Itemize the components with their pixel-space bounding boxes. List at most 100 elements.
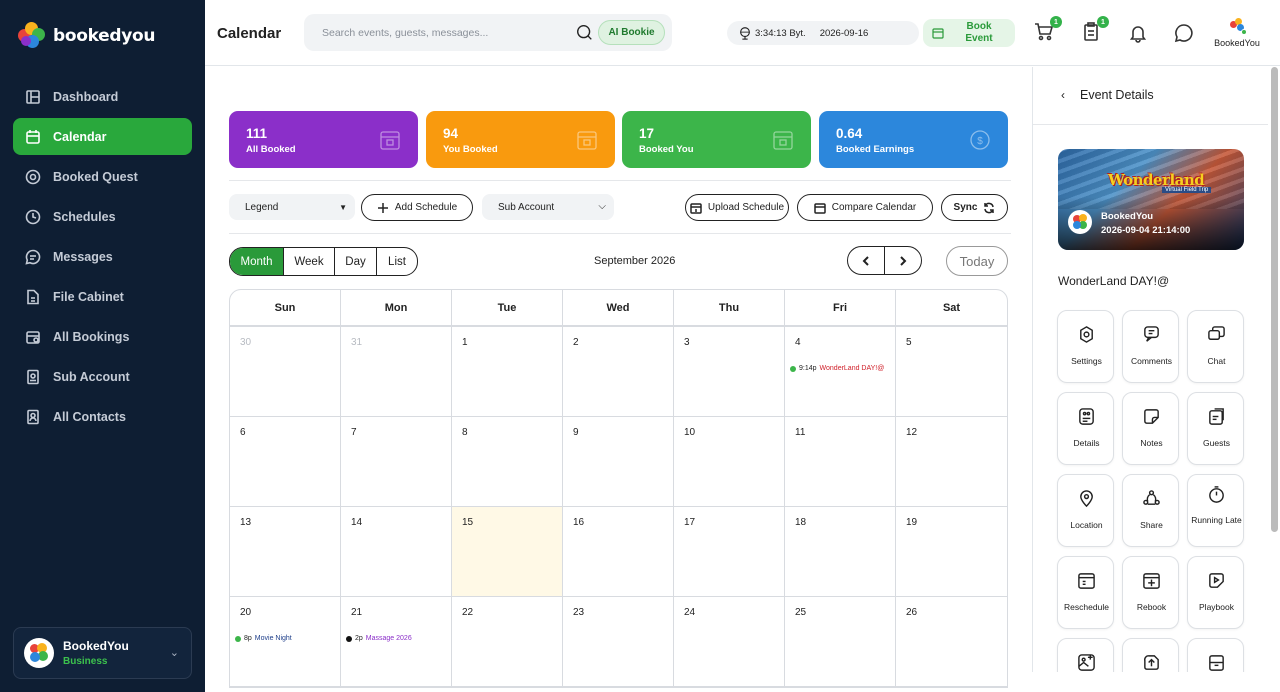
search-input[interactable]: Search events, guests, messages... xyxy=(322,27,488,39)
day-cell[interactable]: 16 xyxy=(563,507,674,596)
notifications-button[interactable] xyxy=(1128,23,1150,45)
refresh-icon xyxy=(984,202,995,213)
sidebar-item-schedules[interactable]: Schedules xyxy=(13,198,192,235)
panel-scrollbar[interactable] xyxy=(1271,67,1278,532)
sidebar-item-messages[interactable]: Messages xyxy=(13,238,192,275)
action-photo-button[interactable] xyxy=(1057,638,1114,672)
tab-list[interactable]: List xyxy=(377,248,417,275)
account-switcher[interactable]: BookedYou Business ⌄ xyxy=(13,627,192,679)
action-details-button[interactable]: Details xyxy=(1057,392,1114,465)
day-cell[interactable]: 22 xyxy=(452,597,563,686)
day-cell[interactable]: 5 xyxy=(896,327,1007,416)
action-notes-button[interactable]: Notes xyxy=(1122,392,1179,465)
action-label: Share xyxy=(1140,520,1163,530)
day-cell[interactable]: 8 xyxy=(452,417,563,506)
day-cell[interactable]: 15 xyxy=(452,507,563,596)
day-cell[interactable]: 30 xyxy=(230,327,341,416)
prev-month-button[interactable] xyxy=(847,246,885,275)
cart-button[interactable]: 1 xyxy=(1034,16,1062,44)
profile-menu[interactable]: BookedYou xyxy=(1211,18,1263,48)
stat-card-booked-earnings[interactable]: 0.64 Booked Earnings $ xyxy=(819,111,1008,168)
day-cell[interactable]: 20 8p Movie Night xyxy=(230,597,341,686)
search-bar[interactable]: Search events, guests, messages... AI Bo… xyxy=(304,14,672,51)
day-number: 26 xyxy=(906,607,918,618)
event-poster[interactable]: Wonderland Virtual Field Trip BookedYou … xyxy=(1058,149,1244,250)
chevron-left-icon[interactable]: ‹ xyxy=(1061,88,1065,102)
upload-schedule-button[interactable]: Upload Schedule xyxy=(685,194,789,221)
clipboard-button[interactable]: 1 xyxy=(1081,16,1109,44)
contacts-icon xyxy=(24,408,41,425)
day-cell[interactable]: 4 9:14p WonderLand DAY!@ xyxy=(785,327,896,416)
comments-icon xyxy=(1142,325,1161,344)
today-button[interactable]: Today xyxy=(946,246,1008,276)
day-cell[interactable]: 10 xyxy=(674,417,785,506)
sidebar-item-dashboard[interactable]: Dashboard xyxy=(13,78,192,115)
day-cell[interactable]: 13 xyxy=(230,507,341,596)
add-schedule-button[interactable]: Add Schedule xyxy=(361,194,473,221)
day-cell[interactable]: 14 xyxy=(341,507,452,596)
divider xyxy=(229,180,1011,181)
playbook-icon xyxy=(1207,571,1226,590)
calendar-event[interactable]: 8p Movie Night xyxy=(235,635,292,642)
day-cell[interactable]: 6 xyxy=(230,417,341,506)
day-cell[interactable]: 12 xyxy=(896,417,1007,506)
calendar-event[interactable]: 9:14p WonderLand DAY!@ xyxy=(790,365,884,372)
sub-account-select[interactable]: Sub Account ⌵ xyxy=(482,194,614,220)
action-location-button[interactable]: Location xyxy=(1057,474,1114,547)
day-cell[interactable]: 23 xyxy=(563,597,674,686)
weekday-fri: Fri xyxy=(785,290,896,325)
sidebar-item-label: Dashboard xyxy=(53,89,119,104)
action-archive-button[interactable] xyxy=(1187,638,1244,672)
action-running-late-button[interactable]: Running Late xyxy=(1187,474,1244,547)
action-playbook-button[interactable]: Playbook xyxy=(1187,556,1244,629)
day-cell[interactable]: 21 2p Massage 2026 xyxy=(341,597,452,686)
action-chat-button[interactable]: Chat xyxy=(1187,310,1244,383)
compare-calendar-button[interactable]: Compare Calendar xyxy=(797,194,933,221)
day-cell[interactable]: 25 xyxy=(785,597,896,686)
day-cell[interactable]: 11 xyxy=(785,417,896,506)
ai-bookie-button[interactable]: AI Bookie xyxy=(598,20,665,45)
day-number: 19 xyxy=(906,517,918,528)
stat-card-booked-you[interactable]: 17 Booked You xyxy=(622,111,811,168)
sidebar-item-all-contacts[interactable]: All Contacts xyxy=(13,398,192,435)
day-cell[interactable]: 2 xyxy=(563,327,674,416)
action-share-button[interactable]: Share xyxy=(1122,474,1179,547)
day-cell[interactable]: 19 xyxy=(896,507,1007,596)
day-cell[interactable]: 1 xyxy=(452,327,563,416)
action-reschedule-button[interactable]: Reschedule xyxy=(1057,556,1114,629)
action-comments-button[interactable]: Comments xyxy=(1122,310,1179,383)
sidebar-item-file-cabinet[interactable]: File Cabinet xyxy=(13,278,192,315)
legend-select[interactable]: Legend ▼ xyxy=(229,194,355,220)
day-cell[interactable]: 7 xyxy=(341,417,452,506)
day-cell[interactable]: 17 xyxy=(674,507,785,596)
calendar-event[interactable]: 2p Massage 2026 xyxy=(346,635,412,642)
day-cell[interactable]: 18 xyxy=(785,507,896,596)
day-cell[interactable]: 26 xyxy=(896,597,1007,686)
day-cell[interactable]: 24 xyxy=(674,597,785,686)
day-cell[interactable]: 31 xyxy=(341,327,452,416)
action-settings-button[interactable]: Settings xyxy=(1057,310,1114,383)
tab-month[interactable]: Month xyxy=(230,248,284,275)
next-month-button[interactable] xyxy=(884,246,922,275)
sidebar-item-booked-quest[interactable]: Booked Quest xyxy=(13,158,192,195)
book-event-button[interactable]: Book Event xyxy=(923,19,1015,47)
account-name: BookedYou xyxy=(63,639,129,653)
action-rebook-button[interactable]: Rebook xyxy=(1122,556,1179,629)
day-cell[interactable]: 9 xyxy=(563,417,674,506)
brand-logo[interactable]: bookedyou xyxy=(18,22,156,49)
sync-button[interactable]: Sync xyxy=(941,194,1008,221)
messages-button[interactable] xyxy=(1174,23,1196,45)
chevron-down-icon[interactable]: ⌄ xyxy=(170,646,179,659)
stat-card-all-booked[interactable]: 111 All Booked xyxy=(229,111,418,168)
day-cell[interactable]: 3 xyxy=(674,327,785,416)
stat-card-you-booked[interactable]: 94 You Booked xyxy=(426,111,615,168)
sidebar-item-sub-account[interactable]: Sub Account xyxy=(13,358,192,395)
action-guests-button[interactable]: Guests xyxy=(1187,392,1244,465)
sidebar-item-calendar[interactable]: Calendar xyxy=(13,118,192,155)
tab-week[interactable]: Week xyxy=(284,248,335,275)
sub-account-label: Sub Account xyxy=(498,201,555,213)
sidebar-item-all-bookings[interactable]: All Bookings xyxy=(13,318,192,355)
tab-day[interactable]: Day xyxy=(335,248,377,275)
search-icon[interactable] xyxy=(576,24,593,41)
action-upload-button[interactable] xyxy=(1122,638,1179,672)
